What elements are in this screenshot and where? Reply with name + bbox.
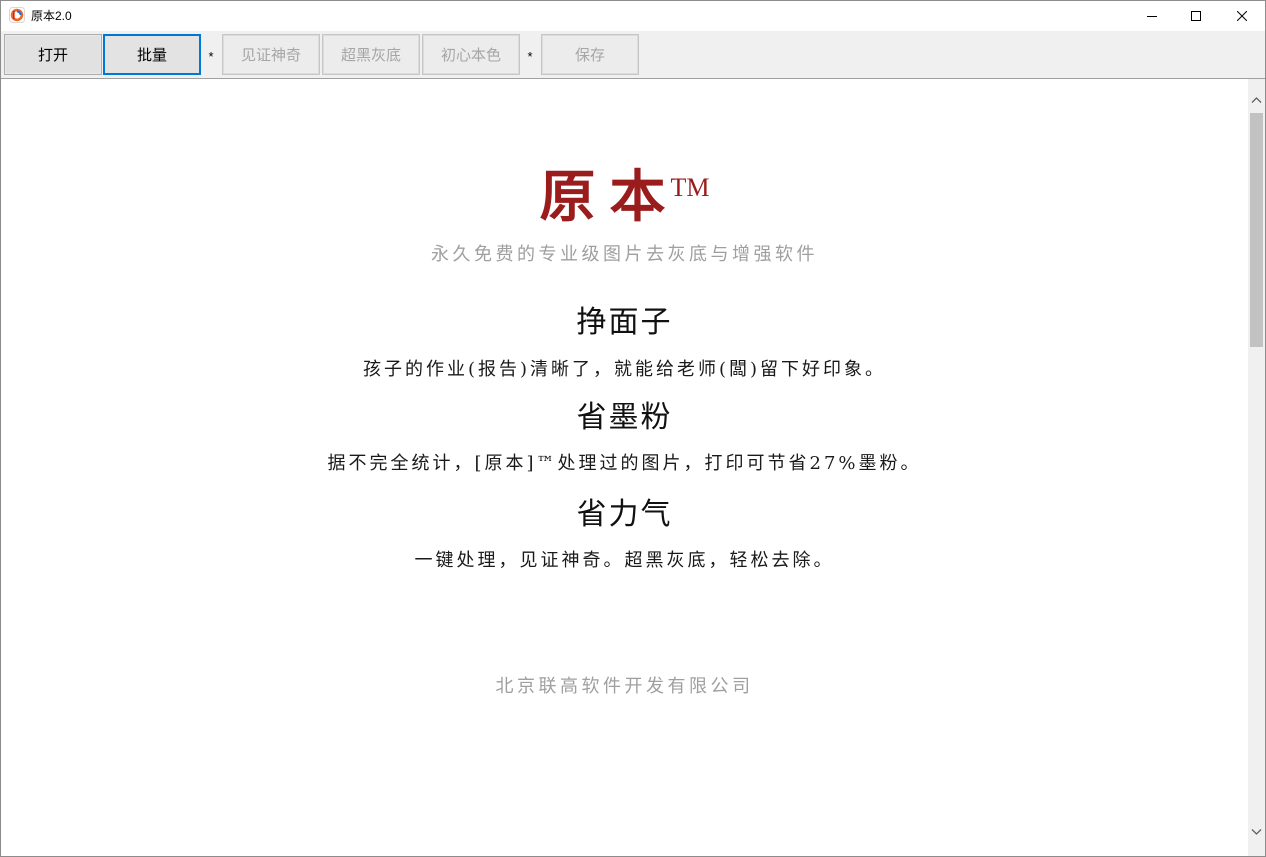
original-color-button[interactable]: 初心本色 bbox=[422, 34, 520, 75]
toolbar: 打开 批量 * 见证神奇 超黑灰底 初心本色 * 保存 bbox=[1, 31, 1265, 78]
chevron-down-icon bbox=[1251, 829, 1262, 835]
section-text: 一键处理，见证神奇。超黑灰底，轻松去除。 bbox=[414, 550, 835, 571]
section-heading: 省墨粉 bbox=[576, 400, 673, 435]
brand-name: 原本 bbox=[539, 164, 680, 230]
section-heading: 省力气 bbox=[576, 497, 673, 532]
vertical-scrollbar[interactable] bbox=[1248, 79, 1265, 856]
minimize-icon bbox=[1147, 16, 1157, 17]
toolbar-separator: * bbox=[527, 49, 533, 64]
trademark-mark: TM bbox=[670, 173, 710, 202]
company-footer: 北京联高软件开发有限公司 bbox=[495, 676, 754, 697]
toolbar-separator: * bbox=[208, 49, 214, 64]
app-window: 原本2.0 打开 批量 * 见证神奇 超黑灰底 初心本色 * 保存 原本TM 永… bbox=[0, 0, 1266, 857]
super-black-gray-button[interactable]: 超黑灰底 bbox=[322, 34, 420, 75]
scroll-thumb[interactable] bbox=[1250, 113, 1263, 347]
witness-magic-button[interactable]: 见证神奇 bbox=[222, 34, 320, 75]
close-icon bbox=[1237, 11, 1247, 21]
chevron-up-icon bbox=[1251, 97, 1262, 103]
scroll-down-button[interactable] bbox=[1248, 822, 1265, 856]
brand-logo: 原本TM bbox=[1, 162, 1248, 232]
window-title: 原本2.0 bbox=[31, 9, 72, 23]
minimize-button[interactable] bbox=[1129, 1, 1175, 31]
maximize-icon bbox=[1191, 11, 1201, 21]
section-text: 孩子的作业(报告)清晰了，就能给老师(闆)留下好印象。 bbox=[362, 359, 887, 380]
section-heading: 挣面子 bbox=[576, 305, 673, 340]
open-button[interactable]: 打开 bbox=[4, 34, 102, 75]
scroll-up-button[interactable] bbox=[1248, 79, 1265, 113]
save-button[interactable]: 保存 bbox=[541, 34, 639, 75]
title-bar[interactable]: 原本2.0 bbox=[1, 1, 1265, 31]
batch-button[interactable]: 批量 bbox=[103, 34, 201, 75]
maximize-button[interactable] bbox=[1173, 1, 1219, 31]
content-panel: 原本TM 永久免费的专业级图片去灰底与增强软件 挣面子 孩子的作业(报告)清晰了… bbox=[1, 78, 1265, 856]
app-icon[interactable] bbox=[9, 7, 25, 23]
section-text: 据不完全统计，[原本]™处理过的图片，打印可节省27%墨粉。 bbox=[327, 453, 922, 474]
tagline: 永久免费的专业级图片去灰底与增强软件 bbox=[431, 244, 818, 265]
close-button[interactable] bbox=[1219, 1, 1265, 31]
